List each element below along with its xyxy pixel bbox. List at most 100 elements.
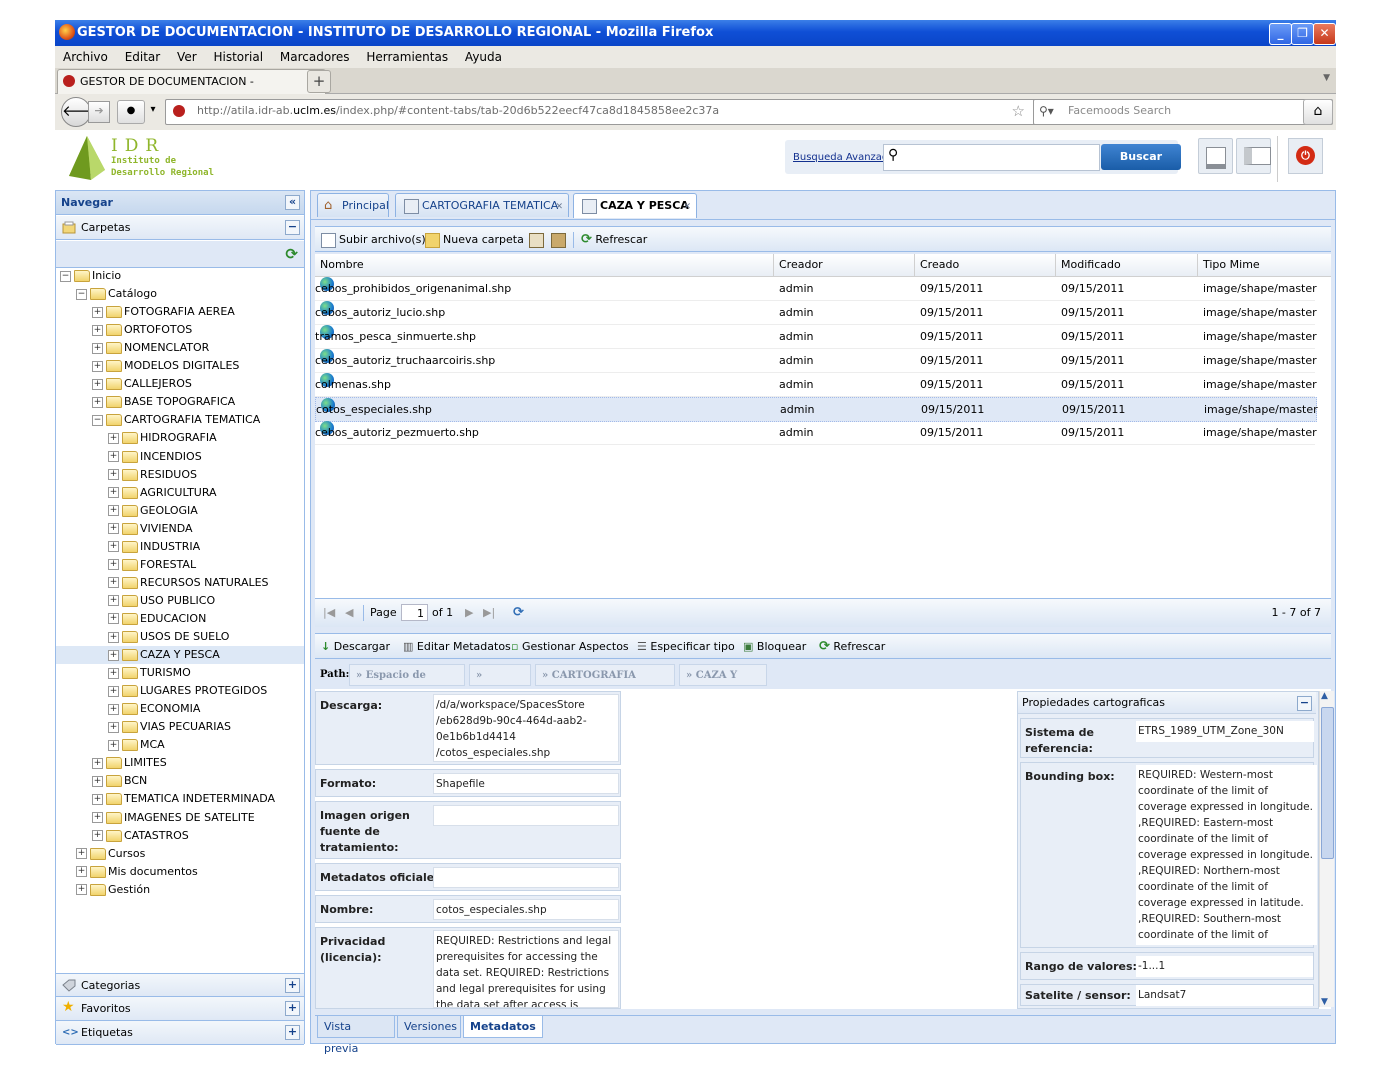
close-window-button[interactable]: ✕: [1313, 23, 1336, 45]
tab-list-icon[interactable]: ▼: [1323, 73, 1330, 83]
expand-node-icon[interactable]: +: [92, 793, 103, 805]
manage-aspects-button[interactable]: ▫ Gestionar Aspectos: [511, 634, 629, 660]
expand-node-icon[interactable]: +: [92, 360, 103, 372]
tree-node[interactable]: + FORESTAL: [56, 556, 304, 574]
minimize-button[interactable]: _: [1269, 23, 1292, 45]
download-button[interactable]: ↓ Descargar: [321, 634, 390, 660]
expand-node-icon[interactable]: +: [108, 523, 119, 535]
tree-node[interactable]: + MCA: [56, 736, 304, 754]
expand-node-icon[interactable]: +: [108, 469, 119, 481]
expand-node-icon[interactable]: +: [108, 559, 119, 571]
menu-historial[interactable]: Historial: [213, 50, 263, 64]
tree-node[interactable]: + Cursos: [56, 845, 304, 863]
expand-node-icon[interactable]: +: [108, 451, 119, 462]
tab-vista-previa[interactable]: Vista previa: [317, 1016, 395, 1055]
refresh-tree-icon[interactable]: ⟳: [285, 245, 298, 263]
scroll-thumb[interactable]: [1321, 707, 1334, 859]
crumb-espacio[interactable]: » Espacio de empresa: [349, 664, 465, 703]
layout-horizontal-button[interactable]: [1198, 138, 1233, 174]
collapse-panel-button[interactable]: «: [285, 195, 300, 210]
table-row[interactable]: cebos_autoriz_lucio.shp admin 09/15/2011 09…: [315, 301, 1317, 325]
expand-node-icon[interactable]: +: [108, 613, 119, 625]
tree-node[interactable]: + CAZA Y PESCA: [56, 646, 304, 665]
tree-node[interactable]: + IMAGENES DE SATELITE: [56, 809, 304, 827]
tab-principal[interactable]: ⌂ Principal: [317, 193, 389, 217]
first-page-icon[interactable]: |◀: [323, 599, 335, 627]
carpetas-header[interactable]: Carpetas −: [56, 216, 304, 240]
expand-node-icon[interactable]: +: [108, 703, 119, 715]
col-tipo-mime[interactable]: Tipo Mime: [1197, 254, 1313, 276]
address-bar[interactable]: http://atila.idr-ab.uclm.es/index.php/#c…: [165, 99, 1058, 125]
col-creador[interactable]: Creador: [773, 254, 914, 276]
expand-node-icon[interactable]: +: [92, 378, 103, 390]
tree-node[interactable]: − Catálogo: [56, 285, 304, 303]
collapse-carto-button[interactable]: −: [1297, 696, 1312, 711]
expand-node-icon[interactable]: +: [92, 324, 103, 336]
expand-node-icon[interactable]: +: [92, 306, 103, 318]
close-tab-icon[interactable]: ✕: [683, 195, 691, 219]
paste-button[interactable]: [551, 227, 569, 253]
table-row[interactable]: cebos_prohibidos_origenanimal.shp admin 09…: [315, 277, 1317, 301]
tree-node[interactable]: + TEMATICA INDETERMINADA: [56, 790, 304, 808]
tree-node[interactable]: + Gestión: [56, 881, 304, 899]
tree-node[interactable]: + LUGARES PROTEGIDOS: [56, 682, 304, 700]
prev-page-icon[interactable]: ◀: [345, 599, 353, 627]
imagen-origen-value[interactable]: [433, 805, 619, 826]
tree-node[interactable]: + MODELOS DIGITALES: [56, 357, 304, 375]
tree-node[interactable]: + INCENDIOS: [56, 448, 304, 466]
tree-node[interactable]: + INDUSTRIA: [56, 538, 304, 556]
tree-node[interactable]: + GEOLOGIA: [56, 502, 304, 520]
expand-node-icon[interactable]: +: [108, 595, 119, 607]
lock-button[interactable]: ▣ Bloquear: [743, 634, 806, 660]
tree-node[interactable]: + RECURSOS NATURALES: [56, 574, 304, 592]
col-nombre[interactable]: Nombre: [315, 254, 773, 276]
addon-icon[interactable]: ●: [117, 100, 145, 124]
crumb-caza-pesca[interactable]: » CAZA Y PESCA: [679, 664, 767, 703]
tree-node[interactable]: + ORTOFOTOS: [56, 321, 304, 339]
tree-node[interactable]: + EDUCACION: [56, 610, 304, 628]
app-search-input[interactable]: ⚲: [883, 144, 1100, 171]
tree-node[interactable]: + HIDROGRAFIA: [56, 429, 304, 447]
layout-vertical-button[interactable]: [1236, 138, 1271, 174]
tree-node[interactable]: + Mis documentos: [56, 863, 304, 881]
expand-node-icon[interactable]: +: [108, 649, 119, 661]
expand-node-icon[interactable]: +: [108, 577, 119, 589]
expand-categorias-button[interactable]: +: [285, 978, 300, 993]
expand-node-icon[interactable]: +: [76, 866, 87, 878]
close-tab-icon[interactable]: ✕: [555, 195, 563, 219]
tree-node[interactable]: + CATASTROS: [56, 827, 304, 845]
tree-node[interactable]: + VIVIENDA: [56, 520, 304, 538]
tree-node[interactable]: + ECONOMIA: [56, 700, 304, 718]
tab-cartografia-tematica[interactable]: CARTOGRAFIA TEMATICA ✕: [395, 193, 569, 217]
copy-button[interactable]: [529, 227, 547, 253]
home-button[interactable]: ⌂: [1303, 99, 1333, 125]
forward-button[interactable]: ➔: [88, 101, 110, 123]
expand-node-icon[interactable]: +: [108, 667, 119, 679]
table-row[interactable]: cebos_autoriz_truchaarcoiris.shp admin 09/…: [315, 349, 1317, 373]
expand-node-icon[interactable]: +: [108, 541, 119, 553]
menu-ver[interactable]: Ver: [177, 50, 197, 64]
tab-metadatos[interactable]: Metadatos: [463, 1016, 543, 1038]
formato-value[interactable]: Shapefile: [433, 773, 619, 794]
expand-node-icon[interactable]: +: [108, 505, 119, 517]
expand-node-icon[interactable]: +: [108, 631, 119, 643]
privacidad-value[interactable]: REQUIRED: Restrictions and legal prerequ…: [433, 930, 619, 1008]
next-page-icon[interactable]: ▶: [465, 599, 473, 627]
table-row[interactable]: tramos_pesca_sinmuerte.shp admin 09/15/201…: [315, 325, 1317, 349]
favoritos-header[interactable]: ★ Favoritos +: [56, 997, 304, 1021]
dropdown-arrow-icon[interactable]: ▾: [147, 100, 159, 122]
menu-archivo[interactable]: Archivo: [63, 50, 108, 64]
srs-value[interactable]: ETRS_1989_UTM_Zone_30N: [1136, 721, 1314, 742]
back-button[interactable]: 🡐: [61, 97, 102, 127]
advanced-search-link[interactable]: Busqueda Avanzada: [793, 152, 894, 163]
col-modificado[interactable]: Modificado: [1055, 254, 1197, 276]
nombre-value[interactable]: cotos_especiales.shp: [433, 899, 619, 920]
expand-node-icon[interactable]: +: [92, 775, 103, 787]
edit-metadata-button[interactable]: ▥ Editar Metadatos: [403, 634, 511, 660]
expand-node-icon[interactable]: +: [92, 812, 103, 823]
browser-search-box[interactable]: ⚲▾ Facemoods Search ⚲: [1033, 99, 1333, 125]
tree-node[interactable]: + USO PUBLICO: [56, 592, 304, 610]
menu-marcadores[interactable]: Marcadores: [280, 50, 350, 64]
metadata-scrollbar[interactable]: ▲ ▼: [1319, 691, 1334, 1007]
tree-node[interactable]: + AGRICULTURA: [56, 484, 304, 502]
